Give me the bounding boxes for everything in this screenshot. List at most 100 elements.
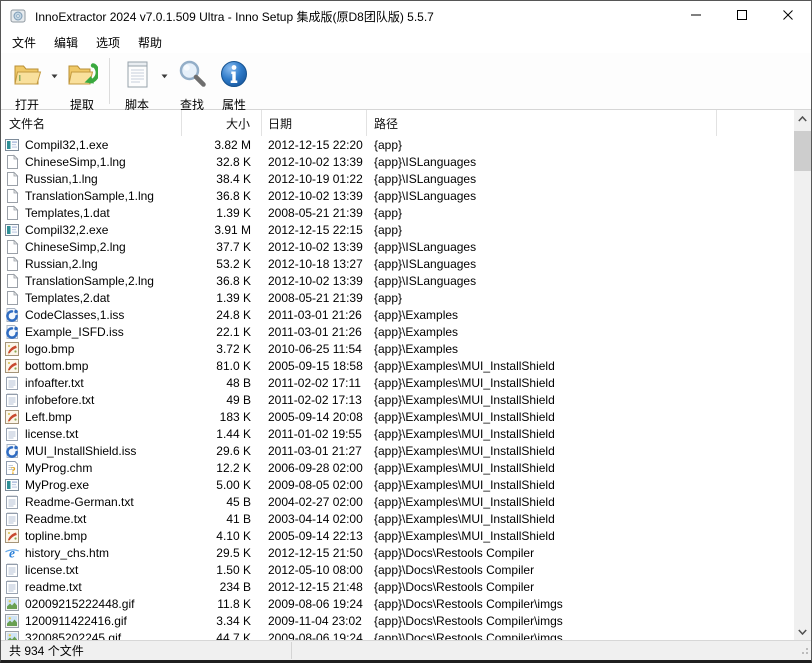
find-button[interactable]: 查找 <box>171 55 213 109</box>
file-row[interactable]: Templates,2.dat1.39 K2008-05-21 21:39{ap… <box>1 289 794 306</box>
file-name: history_chs.htm <box>25 546 109 560</box>
file-path: {app}\ISLanguages <box>367 257 476 271</box>
file-name-cell: Compil32,1.exe <box>1 137 182 153</box>
file-size: 3.34 K <box>182 614 262 628</box>
file-row[interactable]: license.txt1.50 K2012-05-10 08:00{app}\D… <box>1 561 794 578</box>
file-row[interactable]: Templates,1.dat1.39 K2008-05-21 21:39{ap… <box>1 204 794 221</box>
file-name: TranslationSample,2.lng <box>25 274 154 288</box>
file-row[interactable]: license.txt1.44 K2011-01-02 19:55{app}\E… <box>1 425 794 442</box>
properties-button[interactable]: 属性 <box>213 55 255 109</box>
file-name-cell: MyProg.exe <box>1 477 182 493</box>
file-path: {app}\ISLanguages <box>367 274 476 288</box>
doc-icon <box>4 273 20 289</box>
file-row[interactable]: MyProg.exe5.00 K2009-08-05 02:00{app}\Ex… <box>1 476 794 493</box>
minimize-button[interactable] <box>673 1 719 31</box>
close-button[interactable] <box>765 1 811 31</box>
menu-item-options[interactable]: 选项 <box>87 31 129 54</box>
doc-icon <box>4 188 20 204</box>
file-row[interactable]: 1200911422416.gif3.34 K2009-11-04 23:02{… <box>1 612 794 629</box>
file-row[interactable]: bottom.bmp81.0 K2005-09-15 18:58{app}\Ex… <box>1 357 794 374</box>
file-size: 3.72 K <box>182 342 262 356</box>
file-date: 2005-09-14 22:13 <box>262 529 367 543</box>
open-dropdown-arrow[interactable] <box>48 55 61 109</box>
script-button[interactable]: 脚本 <box>116 55 158 109</box>
iss-icon <box>4 443 20 459</box>
file-row[interactable]: infoafter.txt48 B2011-02-02 17:11{app}\E… <box>1 374 794 391</box>
file-path: {app}\Examples\MUI_InstallShield <box>367 461 555 475</box>
file-path: {app}\Examples\MUI_InstallShield <box>367 495 555 509</box>
doc-icon <box>4 239 20 255</box>
file-row[interactable]: readme.txt234 B2012-12-15 21:48{app}\Doc… <box>1 578 794 595</box>
scroll-up-button[interactable] <box>794 110 811 127</box>
file-name-cell: TranslationSample,2.lng <box>1 273 182 289</box>
extract-button[interactable]: 提取 <box>61 55 103 109</box>
file-date: 2008-05-21 21:39 <box>262 206 367 220</box>
dropdown-arrow-icon <box>161 66 168 84</box>
menu-item-edit[interactable]: 编辑 <box>45 31 87 54</box>
file-name: bottom.bmp <box>25 359 88 373</box>
title-bar: InnoExtractor 2024 v7.0.1.509 Ultra - In… <box>1 1 811 31</box>
script-dropdown-arrow[interactable] <box>158 55 171 109</box>
open-folder-icon <box>11 58 43 95</box>
txt-icon <box>4 511 20 527</box>
file-row[interactable]: logo.bmp3.72 K2010-06-25 11:54{app}\Exam… <box>1 340 794 357</box>
file-row[interactable]: Example_ISFD.iss22.1 K2011-03-01 21:26{a… <box>1 323 794 340</box>
open-button[interactable]: 打开 <box>6 55 48 109</box>
file-row[interactable]: ChineseSimp,1.lng32.8 K2012-10-02 13:39{… <box>1 153 794 170</box>
file-row[interactable]: TranslationSample,2.lng36.8 K2012-10-02 … <box>1 272 794 289</box>
menu-item-help[interactable]: 帮助 <box>129 31 171 54</box>
file-row[interactable]: Readme.txt41 B2003-04-14 02:00{app}\Exam… <box>1 510 794 527</box>
file-row[interactable]: 320085202245.gif44.7 K2009-08-06 19:24{a… <box>1 629 794 640</box>
file-path: {app} <box>367 206 402 220</box>
file-row[interactable]: ChineseSimp,2.lng37.7 K2012-10-02 13:39{… <box>1 238 794 255</box>
file-name-cell: Readme-German.txt <box>1 494 182 510</box>
file-row[interactable]: TranslationSample,1.lng36.8 K2012-10-02 … <box>1 187 794 204</box>
file-row[interactable]: MUI_InstallShield.iss29.6 K2011-03-01 21… <box>1 442 794 459</box>
app-window: InnoExtractor 2024 v7.0.1.509 Ultra - In… <box>0 0 812 663</box>
file-name: ChineseSimp,2.lng <box>25 240 126 254</box>
file-row[interactable]: Compil32,2.exe3.91 M2012-12-15 22:15{app… <box>1 221 794 238</box>
file-date: 2012-10-18 13:27 <box>262 257 367 271</box>
file-size: 11.8 K <box>182 597 262 611</box>
txt-icon <box>4 392 20 408</box>
file-path: {app}\Docs\Restools Compiler <box>367 580 534 594</box>
bmp-icon <box>4 528 20 544</box>
column-header-path[interactable]: 路径 <box>367 110 717 136</box>
file-row[interactable]: topline.bmp4.10 K2005-09-14 22:13{app}\E… <box>1 527 794 544</box>
column-header-date[interactable]: 日期 <box>262 110 367 136</box>
file-size: 3.91 M <box>182 223 262 237</box>
file-size: 183 K <box>182 410 262 424</box>
file-name: topline.bmp <box>25 529 87 543</box>
file-date: 2012-12-15 21:48 <box>262 580 367 594</box>
column-header-size[interactable]: 大小 <box>182 110 262 136</box>
file-name-cell: Russian,2.lng <box>1 256 182 272</box>
file-row[interactable]: Left.bmp183 K2005-09-14 20:08{app}\Examp… <box>1 408 794 425</box>
menu-item-file[interactable]: 文件 <box>3 31 45 54</box>
file-row[interactable]: 02009215222448.gif11.8 K2009-08-06 19:24… <box>1 595 794 612</box>
file-row[interactable]: Russian,2.lng53.2 K2012-10-18 13:27{app}… <box>1 255 794 272</box>
file-size: 36.8 K <box>182 274 262 288</box>
file-list-view: 文件名大小日期路径 Compil32,1.exe3.82 M2012-12-15… <box>1 110 811 640</box>
file-row[interactable]: infobefore.txt49 B2011-02-02 17:13{app}\… <box>1 391 794 408</box>
column-header-name[interactable]: 文件名 <box>1 110 182 136</box>
scrollbar-track[interactable] <box>794 127 811 623</box>
file-row[interactable]: Russian,1.lng38.4 K2012-10-19 01:22{app}… <box>1 170 794 187</box>
maximize-button[interactable] <box>719 1 765 31</box>
file-row[interactable]: Readme-German.txt45 B2004-02-27 02:00{ap… <box>1 493 794 510</box>
file-row[interactable]: Compil32,1.exe3.82 M2012-12-15 22:20{app… <box>1 136 794 153</box>
file-row[interactable]: ?MyProg.chm12.2 K2006-09-28 02:00{app}\E… <box>1 459 794 476</box>
vertical-scrollbar[interactable] <box>794 110 811 640</box>
maximize-icon <box>737 7 747 25</box>
file-path: {app}\Examples\MUI_InstallShield <box>367 359 555 373</box>
file-date: 2011-03-01 21:27 <box>262 444 367 458</box>
scrollbar-thumb[interactable] <box>794 131 811 171</box>
file-row[interactable]: CodeClasses,1.iss24.8 K2011-03-01 21:26{… <box>1 306 794 323</box>
toolbar-group: 脚本查找属性 <box>116 55 255 109</box>
file-size: 44.7 K <box>182 631 262 641</box>
file-date: 2009-08-05 02:00 <box>262 478 367 492</box>
file-date: 2009-08-06 19:24 <box>262 597 367 611</box>
scroll-down-button[interactable] <box>794 623 811 640</box>
file-date: 2003-04-14 02:00 <box>262 512 367 526</box>
resize-grip-icon[interactable] <box>799 644 809 658</box>
file-row[interactable]: ehistory_chs.htm29.5 K2012-12-15 21:50{a… <box>1 544 794 561</box>
